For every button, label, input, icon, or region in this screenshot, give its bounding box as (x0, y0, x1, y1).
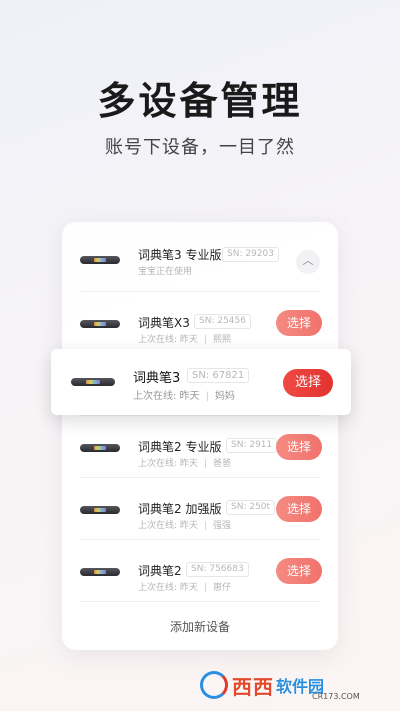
watermark: 西西 软件园 CR173.COM (200, 668, 380, 702)
hero-title: 多设备管理 (97, 79, 303, 123)
last-online-text: 上次在线: 昨天 (138, 521, 198, 531)
pen-device-icon (80, 506, 120, 514)
select-button[interactable]: 选择 (276, 310, 322, 336)
add-device-button[interactable]: 添加新设备 (62, 618, 338, 635)
device-name: 词典笔2 专业版 (138, 440, 222, 454)
divider (80, 601, 320, 602)
device-meta: 上次在线: 昨天 | 妈妈 (133, 391, 235, 402)
device-sn-badge: SN: 756683 (186, 562, 249, 577)
device-row-current[interactable]: 词典笔3 专业版 SN: 29203 宝宝正在使用 ︿ (62, 230, 338, 292)
device-owner: 强强 (212, 521, 231, 531)
watermark-url: CR173.COM (312, 692, 360, 701)
device-sn-badge: SN: 67821 (187, 368, 250, 383)
select-button[interactable]: 选择 (276, 558, 322, 584)
device-owner: 爸爸 (212, 459, 231, 469)
select-button[interactable]: 选择 (276, 434, 322, 460)
chevron-up-icon[interactable]: ︿ (296, 250, 320, 274)
pen-device-icon (71, 378, 115, 386)
device-row[interactable]: 词典笔2 SN: 756683 上次在线: 昨天 | 崽仔 选择 (62, 540, 338, 602)
device-meta: 上次在线: 昨天 | 爸爸 (138, 459, 231, 469)
device-name: 词典笔X3 (138, 316, 190, 330)
device-sn-badge: SN: 25456 (194, 314, 251, 329)
last-online-text: 上次在线: 昨天 (133, 391, 200, 402)
watermark-logo-icon (200, 671, 228, 699)
device-list-card: 词典笔3 专业版 SN: 29203 宝宝正在使用 ︿ 词典笔X3 SN: 25… (62, 222, 338, 650)
device-name: 词典笔2 (138, 564, 182, 578)
select-button[interactable]: 选择 (283, 369, 333, 397)
device-sn-badge: SN: 250t (226, 500, 276, 515)
device-row-highlighted[interactable]: 词典笔3 SN: 67821 上次在线: 昨天 | 妈妈 选择 (51, 349, 351, 415)
device-name: 词典笔3 (133, 371, 181, 386)
hero-subtitle: 账号下设备，一目了然 (105, 137, 295, 158)
pen-device-icon (80, 256, 120, 264)
device-row[interactable]: 词典笔2 加强版 SN: 250t 上次在线: 昨天 | 强强 选择 (62, 478, 338, 540)
last-online-text: 上次在线: 昨天 (138, 335, 198, 345)
device-owner: 崽仔 (212, 583, 231, 593)
last-online-text: 上次在线: 昨天 (138, 583, 198, 593)
device-meta: 上次在线: 昨天 | 崽仔 (138, 583, 231, 593)
watermark-brand: 西西 (232, 674, 274, 699)
pen-device-icon (80, 444, 120, 452)
device-meta: 上次在线: 昨天 | 熙熙 (138, 335, 231, 345)
device-name: 词典笔2 加强版 (138, 502, 222, 516)
device-meta: 上次在线: 昨天 | 强强 (138, 521, 231, 531)
device-row[interactable]: 词典笔2 专业版 SN: 2911 上次在线: 昨天 | 爸爸 选择 (62, 416, 338, 478)
device-name: 词典笔3 专业版 (138, 248, 222, 262)
pen-device-icon (80, 320, 120, 328)
device-owner: 妈妈 (214, 391, 235, 402)
device-row[interactable]: 词典笔X3 SN: 25456 上次在线: 昨天 | 熙熙 选择 (62, 292, 338, 354)
pen-device-icon (80, 568, 120, 576)
device-sn-badge: SN: 2911 (226, 438, 278, 453)
last-online-text: 上次在线: 昨天 (138, 459, 198, 469)
device-sn-badge: SN: 29203 (222, 247, 279, 262)
device-status: 宝宝正在使用 (138, 267, 193, 277)
device-owner: 熙熙 (212, 335, 231, 345)
select-button[interactable]: 选择 (276, 496, 322, 522)
